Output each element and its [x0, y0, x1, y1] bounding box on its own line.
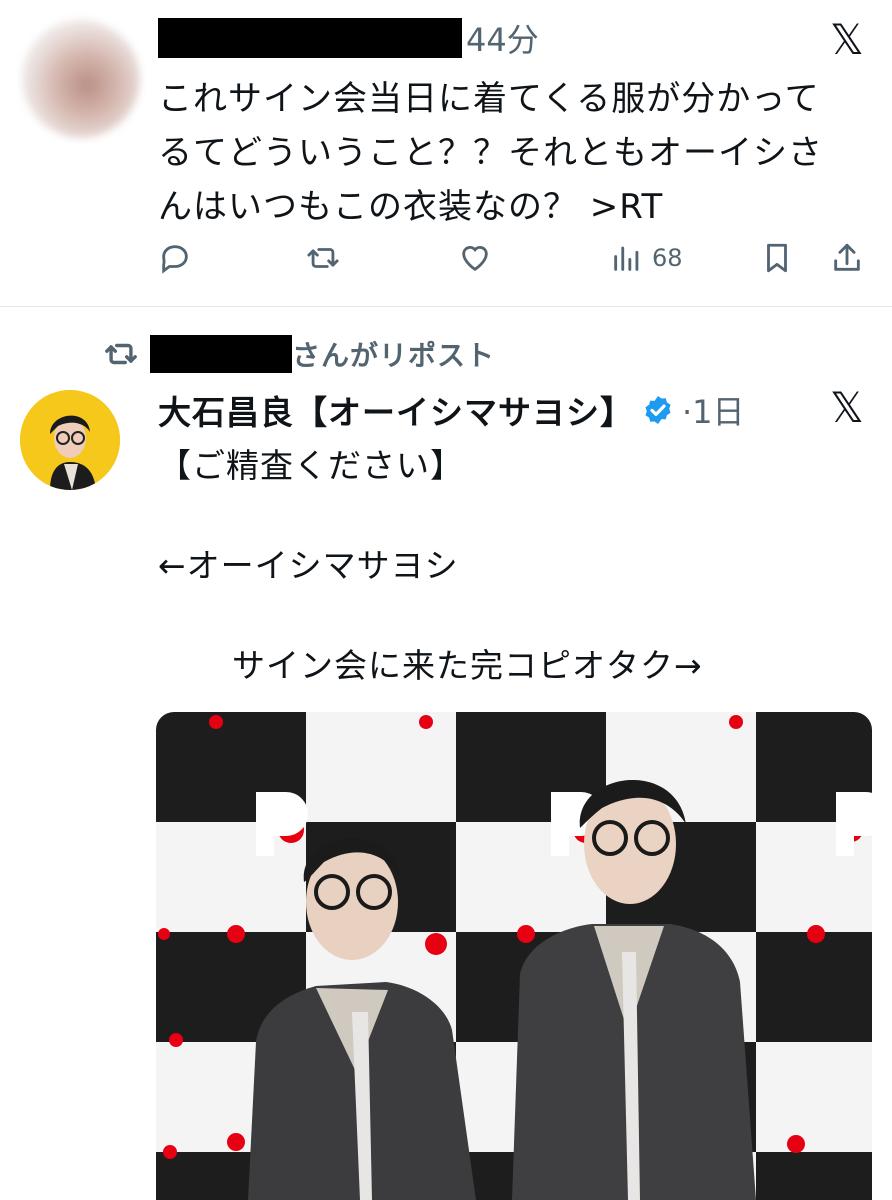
tweet-timestamp[interactable]: ·1日: [682, 387, 745, 433]
tweet-line-title: 【ご精査ください】: [158, 446, 464, 485]
retweet-icon: [307, 248, 339, 268]
verified-badge-icon: [645, 396, 671, 424]
views-button[interactable]: 68: [610, 236, 683, 280]
tweet-action-bar: 68: [158, 236, 874, 280]
tweet-line-right: サイン会に来た完コピオタク→: [232, 646, 703, 685]
author-portrait: [20, 390, 120, 490]
x-logo-icon[interactable]: 𝕏: [830, 18, 864, 62]
reply-button[interactable]: [158, 236, 192, 280]
retweet-icon: [105, 343, 137, 365]
repost-label: さんがリポスト: [292, 339, 496, 372]
tweet-divider: [0, 306, 892, 307]
author-avatar[interactable]: [20, 390, 120, 490]
heart-icon: [462, 246, 488, 272]
bookmark-button[interactable]: [760, 236, 794, 280]
redacted-reposter-name: [150, 335, 292, 373]
tweet-text: これサイン会当日に着てくる服が分かって るてどういうこと？？それともオーイシさ …: [158, 79, 823, 227]
repost-header: さんがリポスト: [104, 332, 495, 376]
redacted-username: [158, 18, 462, 58]
retweet-button[interactable]: [306, 236, 340, 280]
share-icon: [834, 243, 860, 271]
blurred-avatar[interactable]: [22, 20, 140, 138]
like-button[interactable]: [458, 236, 492, 280]
reply-icon: [162, 245, 188, 274]
author-row: 大石昌良【オーイシマサヨシ】 ·1日: [158, 386, 745, 434]
x-logo-icon[interactable]: 𝕏: [830, 386, 864, 430]
analytics-icon: [614, 246, 639, 271]
tweet-timestamp[interactable]: 44分: [466, 18, 539, 62]
author-name[interactable]: 大石昌良【オーイシマサヨシ】: [158, 386, 634, 434]
bookmark-icon: [767, 243, 787, 273]
views-count: 68: [652, 244, 683, 272]
tweet-photo[interactable]: [156, 712, 872, 1200]
tweet-line-left: ←オーイシマサヨシ: [158, 546, 459, 585]
press-backdrop-photo: [156, 712, 872, 1200]
share-button[interactable]: [830, 236, 864, 280]
